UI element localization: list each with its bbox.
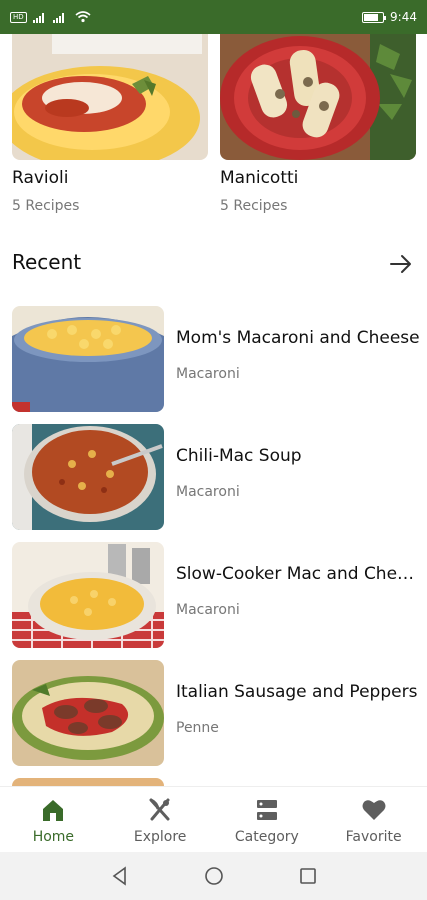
recipe-image: [12, 660, 164, 766]
category-count: 5 Recipes: [12, 198, 80, 214]
category-card-ravioli[interactable]: Ravioli 5 Recipes: [12, 34, 208, 214]
recipe-image: [12, 424, 164, 530]
battery-icon: [362, 11, 387, 23]
recent-section-title: Recent: [12, 250, 82, 274]
wifi-icon: [75, 11, 91, 23]
recipe-category: Macaroni: [176, 366, 240, 382]
home-icon: [43, 800, 64, 821]
recents-icon[interactable]: [296, 864, 320, 888]
status-left: HD: [10, 11, 91, 23]
recipe-category: Macaroni: [176, 484, 240, 500]
nav-home[interactable]: Home: [0, 787, 107, 852]
recipe-title: Chili-Mac Soup: [176, 446, 302, 466]
recipe-image: [12, 306, 164, 412]
nav-label: Home: [32, 829, 75, 845]
nav-favorite[interactable]: Favorite: [320, 787, 427, 852]
recent-item[interactable]: Mom's Macaroni and Cheese Macaroni: [12, 306, 424, 412]
manicotti-image: [220, 34, 416, 160]
signal-icon: [32, 12, 44, 23]
category-icon: [256, 800, 277, 820]
system-nav-bar: [0, 852, 427, 900]
recent-item[interactable]: Chili-Mac Soup Macaroni: [12, 424, 424, 530]
category-card-manicotti[interactable]: Manicotti 5 Recipes: [220, 34, 416, 214]
category-name: Ravioli: [12, 168, 69, 188]
nav-label: Category: [234, 829, 299, 845]
nav-explore[interactable]: Explore: [107, 787, 214, 852]
hd-badge: HD: [10, 11, 27, 23]
recipe-category: Macaroni: [176, 602, 240, 618]
recipe-title: Mom's Macaroni and Cheese: [176, 328, 420, 348]
signal-2-icon: [52, 12, 64, 23]
nav-label: Favorite: [345, 829, 402, 845]
recipe-title: Italian Sausage and Peppers: [176, 682, 418, 702]
category-name: Manicotti: [220, 168, 299, 188]
status-time: 9:44: [390, 10, 417, 24]
status-right: 9:44: [362, 10, 417, 24]
status-bar: HD 9:44: [0, 0, 427, 34]
nav-category[interactable]: Category: [214, 787, 321, 852]
heart-icon: [362, 800, 386, 820]
arrow-right-icon[interactable]: [388, 252, 414, 276]
recipe-image-partial: [12, 778, 164, 786]
category-count: 5 Recipes: [220, 198, 288, 214]
bottom-nav: Home Explore Category Favorite: [0, 786, 427, 852]
home-circle-icon[interactable]: [202, 864, 226, 888]
recent-item[interactable]: Slow-Cooker Mac and Cheese Macaroni: [12, 542, 424, 648]
back-icon[interactable]: [108, 864, 132, 888]
fork-knife-icon: [149, 798, 170, 821]
ravioli-image: [12, 34, 208, 160]
nav-label: Explore: [133, 829, 187, 845]
recipe-category: Penne: [176, 720, 219, 736]
recipe-title: Slow-Cooker Mac and Cheese: [176, 564, 424, 584]
recent-item[interactable]: Italian Sausage and Peppers Penne: [12, 660, 424, 766]
recipe-image: [12, 542, 164, 648]
